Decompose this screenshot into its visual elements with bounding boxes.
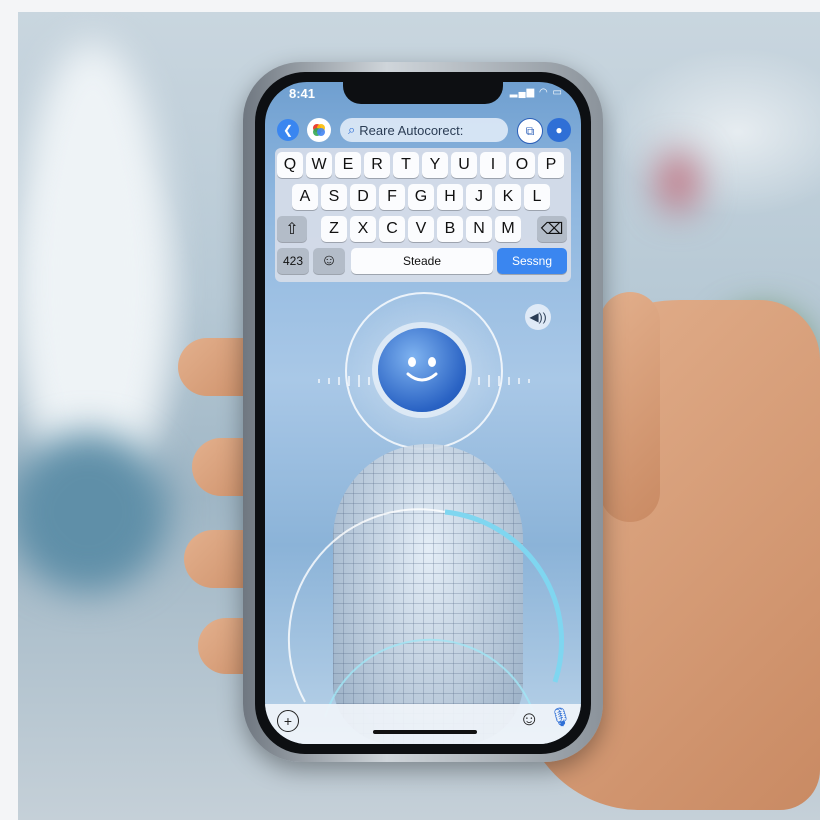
speaker-icon: ◀)) xyxy=(529,310,547,324)
top-bar: ❮ ⌕ Reare Autocorect: ⧉ ● xyxy=(273,118,573,144)
emoji-button[interactable]: ☺ xyxy=(519,708,539,731)
key-n[interactable]: N xyxy=(466,216,492,242)
key-g[interactable]: G xyxy=(408,184,434,210)
key-c[interactable]: C xyxy=(379,216,405,242)
key-b[interactable]: B xyxy=(437,216,463,242)
key-u[interactable]: U xyxy=(451,152,477,178)
shift-icon: ⇧ xyxy=(285,221,299,238)
key-p[interactable]: P xyxy=(538,152,564,178)
speaker-button[interactable]: ◀)) xyxy=(525,304,551,330)
delete-key[interactable]: ⌫ xyxy=(537,216,567,242)
microphone-icon: ● xyxy=(555,123,563,137)
key-f[interactable]: F xyxy=(379,184,405,210)
emoji-icon: ☺ xyxy=(320,252,338,269)
back-button[interactable]: ❮ xyxy=(277,119,299,141)
plus-icon: + xyxy=(283,713,293,729)
delete-icon: ⌫ xyxy=(540,221,564,238)
mic-button[interactable]: ● xyxy=(547,118,571,142)
status-icons: ▂▄▆ ◠ ▭ xyxy=(510,87,563,98)
smiley-face-icon xyxy=(406,357,438,382)
key-q[interactable]: Q xyxy=(277,152,303,178)
keyboard: Q W E R T Y U I O P A S D F G H J K L ⇧ … xyxy=(275,148,571,282)
space-key[interactable]: Steade xyxy=(351,248,493,274)
app-logo-icon xyxy=(313,124,325,136)
search-icon: ⌕ xyxy=(348,122,356,137)
wifi-icon: ◠ xyxy=(539,87,549,98)
battery-icon: ▭ xyxy=(552,87,563,98)
add-button[interactable]: + xyxy=(277,710,299,732)
key-h[interactable]: H xyxy=(437,184,463,210)
numbers-key[interactable]: 423 xyxy=(277,248,309,274)
key-r[interactable]: R xyxy=(364,152,390,178)
key-o[interactable]: O xyxy=(509,152,535,178)
dictation-button[interactable]: 🎙 xyxy=(549,707,572,728)
key-j[interactable]: J xyxy=(466,184,492,210)
key-t[interactable]: T xyxy=(393,152,419,178)
key-v[interactable]: V xyxy=(408,216,434,242)
share-button[interactable]: ⧉ xyxy=(517,118,543,144)
back-icon: ❮ xyxy=(282,123,294,137)
key-y[interactable]: Y xyxy=(422,152,448,178)
emoji-key[interactable]: ☺ xyxy=(313,248,345,274)
emoji-icon: ☺ xyxy=(519,708,540,730)
thumb xyxy=(600,292,660,522)
share-icon: ⧉ xyxy=(525,123,535,138)
status-time: 8:41 xyxy=(289,86,316,101)
assistant-face-orb[interactable] xyxy=(378,328,466,412)
scan-arcs xyxy=(287,508,564,718)
shift-key[interactable]: ⇧ xyxy=(277,216,307,242)
key-k[interactable]: K xyxy=(495,184,521,210)
key-s[interactable]: S xyxy=(321,184,347,210)
key-m[interactable]: M xyxy=(495,216,521,242)
key-d[interactable]: D xyxy=(350,184,376,210)
microphone-icon: 🎙 xyxy=(549,707,572,727)
search-text: Reare Autocorect: xyxy=(359,122,464,138)
key-a[interactable]: A xyxy=(292,184,318,210)
bottom-input-bar: + ☺ 🎙 xyxy=(265,704,581,744)
search-bar[interactable]: ⌕ Reare Autocorect: xyxy=(340,118,508,142)
notch xyxy=(343,82,503,104)
key-e[interactable]: E xyxy=(335,152,361,178)
key-i[interactable]: I xyxy=(480,152,506,178)
phone-screen: 8:41 ▂▄▆ ◠ ▭ ❮ ⌕ Reare Autocorect: ⧉ ● Q… xyxy=(265,82,581,744)
home-indicator[interactable] xyxy=(373,730,477,734)
background-flower xyxy=(658,152,698,212)
action-key[interactable]: Sessng xyxy=(497,248,567,274)
signal-icon: ▂▄▆ xyxy=(509,87,536,98)
app-logo[interactable] xyxy=(307,118,331,142)
key-l[interactable]: L xyxy=(524,184,550,210)
background-chair xyxy=(18,432,168,592)
key-w[interactable]: W xyxy=(306,152,332,178)
key-z[interactable]: Z xyxy=(321,216,347,242)
key-x[interactable]: X xyxy=(350,216,376,242)
